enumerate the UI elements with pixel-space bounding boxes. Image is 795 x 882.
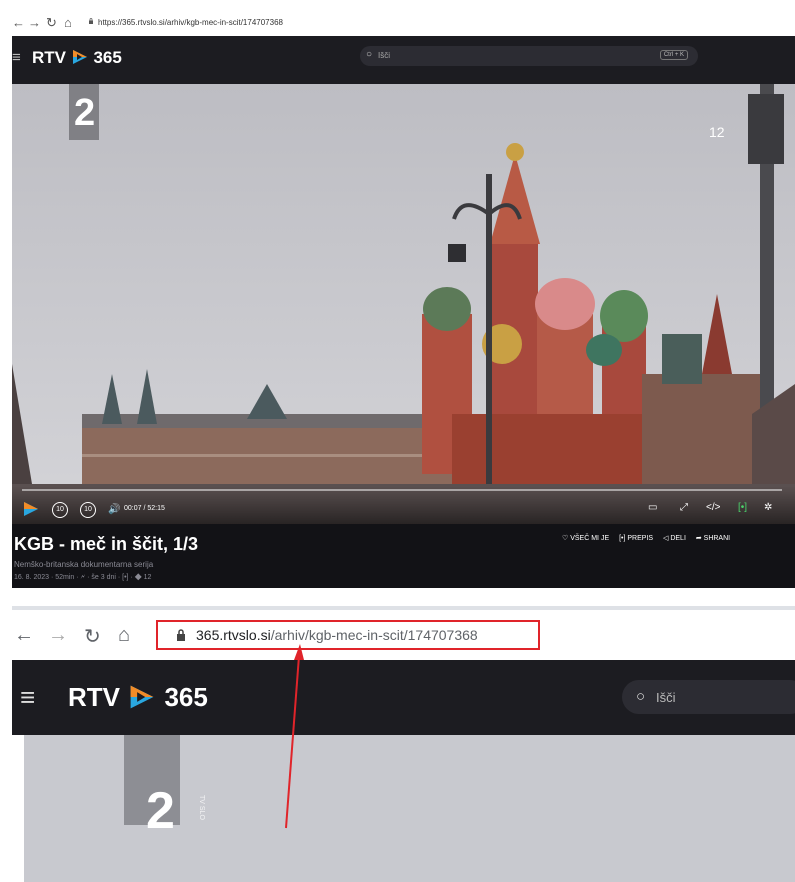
search-placeholder: Išči [656,690,676,705]
address-bar-highlighted[interactable]: 365.rtvslo.si/arhiv/kgb-mec-in-scit/1747… [156,620,540,650]
lock-icon [177,629,185,641]
age-rating: 12 [709,124,725,140]
menu-icon[interactable]: ≡ [20,682,35,713]
url-text: 365.rtvslo.si/arhiv/kgb-mec-in-scit/1747… [196,627,478,643]
site-logo[interactable]: RTV 365 [68,682,208,713]
time-display: 00:07 / 52:15 [124,505,165,512]
screenshot-full: ← → ↻ ⌂ https://365.rtvslo.si/arhiv/kgb-… [12,10,795,588]
settings-gear-icon[interactable]: ✲ [764,502,772,513]
screen-icon[interactable]: ▭ [648,502,657,513]
search-icon: ○ [366,49,373,60]
logo-number: 365 [93,48,122,67]
video-title: KGB - meč in ščit, 1/3 [14,534,199,554]
back-icon[interactable]: ← [14,624,34,647]
screenshot-zoomed: ← → ↻ ⌂ 365.rtvslo.si/arhiv/kgb-mec-in-s… [12,606,795,882]
play-icon[interactable] [22,501,40,517]
action-buttons: ♡ VŠEČ MI JE [•] PREPIS ◁ DELI ➦ SHRANI [562,534,738,542]
channel-number: 2 [146,782,175,840]
video-player-zoomed: 2 TV SLO [24,735,795,882]
menu-icon[interactable]: ≡ [12,49,21,66]
video-meta: 16. 8. 2023 · 52min · 🗲 · še 3 dni · [•]… [14,574,152,581]
annotation-arrow [285,644,304,829]
transcript-button[interactable]: [•] PREPIS [619,535,653,542]
search-placeholder: Išči [378,51,390,60]
video-subtitle: Nemško-britanska dokumentarna serija [14,560,154,569]
forward-icon[interactable]: → [28,15,41,30]
logo-number: 365 [164,682,208,712]
home-icon[interactable]: ⌂ [64,15,72,30]
video-player[interactable]: 2 12 10 10 🔊 00:07 / 52:15 ▭ ⤢ </> [•] ✲ [12,84,795,524]
search-input[interactable]: ○ Išči [622,680,795,714]
lock-icon [89,18,93,24]
embed-icon[interactable]: </> [706,502,720,513]
address-bar[interactable]: https://365.rtvslo.si/arhiv/kgb-mec-in-s… [98,18,283,27]
forward-icon[interactable]: → [48,624,68,647]
search-shortcut: Ctrl + K [659,50,688,60]
video-frame-image [12,84,795,524]
play-logo-icon [130,685,154,709]
tab-strip [12,606,795,610]
logo-text: RTV [68,682,120,712]
reload-icon[interactable]: ↻ [84,624,101,649]
volume-icon[interactable]: 🔊 [108,504,120,515]
play-logo-icon [72,50,87,64]
home-icon[interactable]: ⌂ [118,624,130,647]
channel-number: 2 [74,92,96,134]
rewind-10-button[interactable]: 10 [52,502,68,518]
back-icon[interactable]: ← [12,15,25,30]
site-header: ≡ RTV 365 ○ Išči Ctrl + K [12,36,795,84]
search-input[interactable]: ○ Išči Ctrl + K [360,46,698,66]
url-path: /arhiv/kgb-mec-in-scit/174707368 [270,627,478,643]
channel-side-label: TV SLO [198,795,205,820]
url-host: 365.rtvslo.si [196,627,271,643]
like-button[interactable]: ♡ VŠEČ MI JE [562,535,609,542]
logo-text: RTV [32,48,66,67]
subtitles-icon[interactable]: [•] [738,502,747,513]
site-logo[interactable]: RTV 365 [32,48,122,68]
video-info: KGB - meč in ščit, 1/3 Nemško-britanska … [12,524,795,588]
progress-bar[interactable] [22,489,782,491]
browser-toolbar-zoomed: ← → ↻ ⌂ 365.rtvslo.si/arhiv/kgb-mec-in-s… [12,614,795,656]
save-button[interactable]: ➦ SHRANI [696,535,730,542]
reload-icon[interactable]: ↻ [46,15,57,31]
search-icon: ○ [636,688,646,705]
share-button[interactable]: ◁ DELI [663,535,686,542]
forward-10-button[interactable]: 10 [80,502,96,518]
browser-toolbar: ← → ↻ ⌂ https://365.rtvslo.si/arhiv/kgb-… [12,10,795,36]
fullscreen-icon[interactable]: ⤢ [680,502,688,513]
site-header-zoomed: ≡ RTV 365 ○ Išči [12,660,795,735]
